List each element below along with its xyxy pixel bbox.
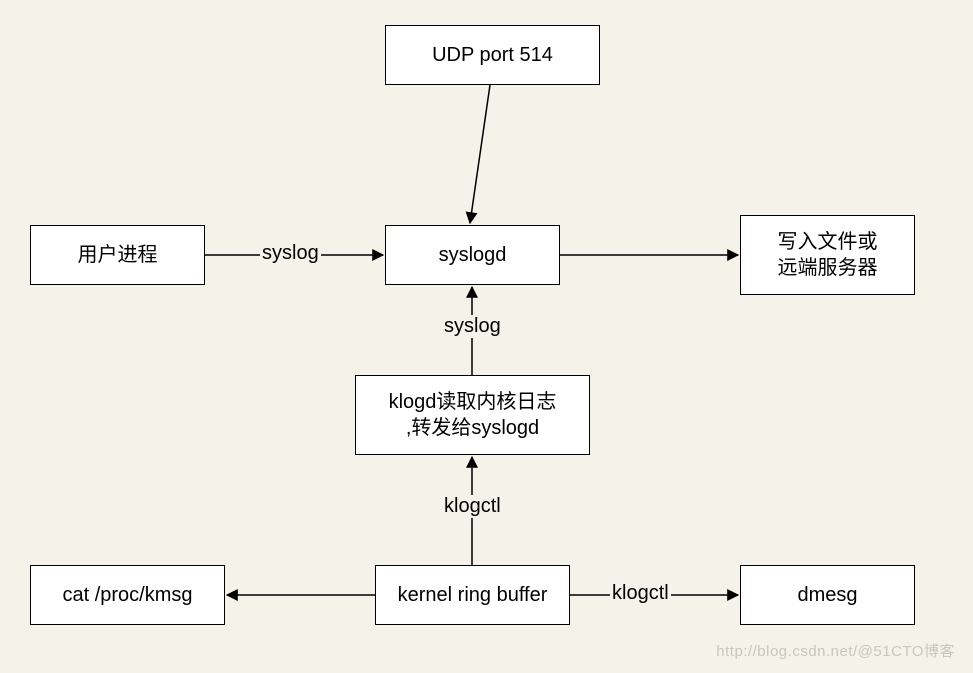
watermark: http://blog.csdn.net/@51CTO博客 <box>716 640 955 661</box>
edge-label-krb-to-klogd: klogctl <box>442 495 503 518</box>
edge-label-klogd-to-syslogd: syslog <box>442 315 503 338</box>
edge-udp-to-syslogd <box>470 85 490 223</box>
edge-label-user-to-syslogd: syslog <box>260 242 321 265</box>
edge-label-krb-to-dmesg: klogctl <box>610 582 671 605</box>
